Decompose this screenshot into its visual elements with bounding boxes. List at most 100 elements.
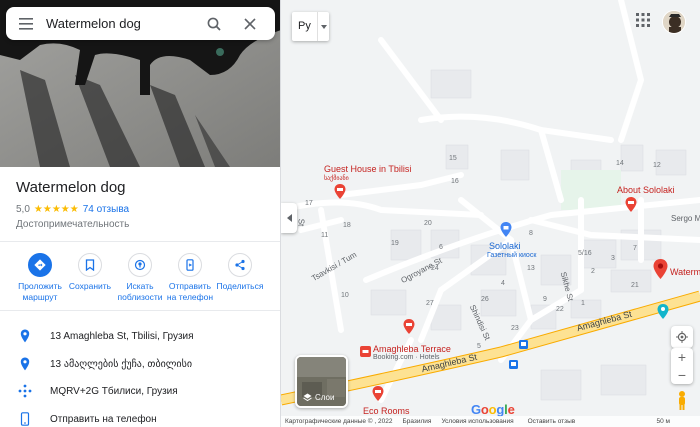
language-value: Ру <box>298 20 311 32</box>
house-number: 3 <box>611 255 615 262</box>
place-category[interactable]: Достопримечательность <box>16 219 129 230</box>
send-to-phone-button[interactable]: Отправить на телефон <box>165 253 215 303</box>
street-st: St <box>296 218 306 227</box>
street-sergo: Sergo M <box>671 214 700 223</box>
chevron-down-icon <box>317 12 329 41</box>
house-number: 21 <box>631 282 639 289</box>
house-number: 23 <box>511 325 519 332</box>
hotel-square-icon[interactable] <box>360 346 371 357</box>
poi-sololaki-sub: Газетный киоск <box>487 252 537 259</box>
poi-amaghleba-terrace-sub: Booking.com · Hotels <box>373 354 440 361</box>
directions-button[interactable]: Проложить маршрут <box>15 253 65 303</box>
save-button[interactable]: Сохранить <box>65 253 115 303</box>
house-number: 17 <box>305 200 313 207</box>
phone-icon <box>0 412 50 426</box>
google-logo: Google <box>471 402 515 417</box>
collapse-panel-button[interactable] <box>281 203 297 233</box>
map-canvas[interactable]: Ру Guest House in Tbilisi საქმიანი About… <box>281 0 700 427</box>
send-to-phone-row[interactable]: Отправить на телефон <box>0 405 280 427</box>
save-label: Сохранить <box>68 281 112 291</box>
zoom-in-button[interactable]: + <box>671 348 693 366</box>
house-number: 16 <box>451 178 459 185</box>
terms-link[interactable]: Условия использования <box>441 418 513 425</box>
share-label: Поделиться <box>216 281 264 291</box>
house-number: 6 <box>439 244 443 251</box>
hotel-pin-icon[interactable] <box>334 184 346 199</box>
divider <box>0 241 280 242</box>
local-address-text: 13 ამაღლების ქუჩა, თბილისი <box>50 358 193 370</box>
house-number: 24 <box>431 265 439 272</box>
house-number: 5/16 <box>578 250 592 257</box>
poi-watermelon-dog[interactable]: Waterm <box>670 267 700 277</box>
country-link[interactable]: Бразилия <box>402 418 431 425</box>
reviews-link[interactable]: 74 отзыва <box>83 204 129 215</box>
pegman-icon[interactable] <box>675 390 689 410</box>
location-pin-icon <box>0 357 50 371</box>
hotel-pin-icon[interactable] <box>625 197 637 212</box>
avatar[interactable] <box>662 10 686 34</box>
nearby-button[interactable]: Искать поблизости <box>115 253 165 303</box>
search-icon[interactable] <box>196 7 232 40</box>
rating-row: 5,0 ★★★★★ 74 отзыва <box>16 204 129 215</box>
tourist-pin-icon[interactable] <box>657 304 669 319</box>
send-to-phone-icon <box>178 253 202 277</box>
plus-code-row[interactable]: MQRV+2G Тбилиси, Грузия <box>0 377 280 405</box>
rating-stars: ★★★★★ <box>33 204 79 215</box>
send-label-2: на телефон <box>166 292 214 302</box>
bus-stop-icon[interactable] <box>519 340 528 349</box>
scale-label[interactable]: 50 м <box>656 418 670 425</box>
bus-stop-icon[interactable] <box>509 360 518 369</box>
selected-place-pin-icon[interactable] <box>653 259 668 279</box>
rating-value: 5,0 <box>16 204 30 215</box>
poi-eco-rooms[interactable]: Eco Rooms <box>363 406 410 416</box>
share-button[interactable]: Поделиться <box>215 253 265 303</box>
house-number: 20 <box>424 220 432 227</box>
my-location-icon <box>676 331 688 343</box>
plus-code-icon <box>0 384 50 398</box>
close-icon[interactable] <box>232 7 268 40</box>
house-number: 4 <box>501 280 505 287</box>
map-data-credit[interactable]: Картографические данные © , 2022 <box>285 418 392 425</box>
apps-grid-icon[interactable] <box>636 13 650 27</box>
hotel-pin-icon[interactable] <box>403 319 415 334</box>
chevron-left-icon <box>286 214 292 222</box>
local-address-row[interactable]: 13 ამაღლების ქუჩა, თბილისი <box>0 350 280 378</box>
share-icon <box>228 253 252 277</box>
poi-amaghleba-terrace[interactable]: Amaghleba Terrace <box>373 344 451 354</box>
house-number: 19 <box>391 240 399 247</box>
house-number: 8 <box>529 230 533 237</box>
send-to-phone-text: Отправить на телефон <box>50 413 157 425</box>
divider <box>0 310 280 311</box>
action-bar: Проложить маршрут Сохранить Искать поблизо… <box>0 253 280 303</box>
my-location-button[interactable] <box>671 326 693 348</box>
shop-pin-icon[interactable] <box>500 222 512 237</box>
search-input[interactable] <box>46 16 196 31</box>
directions-label-2: маршрут <box>22 292 58 302</box>
house-number: 10 <box>341 292 349 299</box>
layers-button[interactable]: Слои <box>295 355 348 408</box>
search-box <box>6 7 275 40</box>
house-number: 22 <box>556 306 564 313</box>
house-number: 5 <box>477 343 481 350</box>
address-row[interactable]: 13 Amaghleba St, Tbilisi, Грузия <box>0 322 280 350</box>
house-number: 9 <box>543 296 547 303</box>
poi-guest-house[interactable]: Guest House in Tbilisi <box>324 164 411 174</box>
layers-icon <box>303 393 312 402</box>
house-number: 7 <box>633 245 637 252</box>
menu-icon[interactable] <box>6 7 46 40</box>
hotel-pin-icon[interactable] <box>372 386 384 401</box>
zoom-out-button[interactable]: − <box>671 366 693 384</box>
house-number: 12 <box>653 162 661 169</box>
poi-sololaki[interactable]: Sololaki <box>489 241 521 251</box>
feedback-link[interactable]: Оставить отзыв <box>528 418 576 425</box>
house-number: 14 <box>616 160 624 167</box>
nearby-label-2: поблизости <box>117 292 163 302</box>
send-label-1: Отправить <box>168 281 212 291</box>
poi-about-sololaki[interactable]: About Sololaki <box>617 185 675 195</box>
house-number: 18 <box>343 222 351 229</box>
language-select[interactable]: Ру <box>292 12 329 41</box>
place-title: Watermelon dog <box>16 179 126 196</box>
layers-label: Слои <box>315 393 335 402</box>
nearby-label-1: Искать <box>126 281 154 291</box>
address-text: 13 Amaghleba St, Tbilisi, Грузия <box>50 330 194 342</box>
